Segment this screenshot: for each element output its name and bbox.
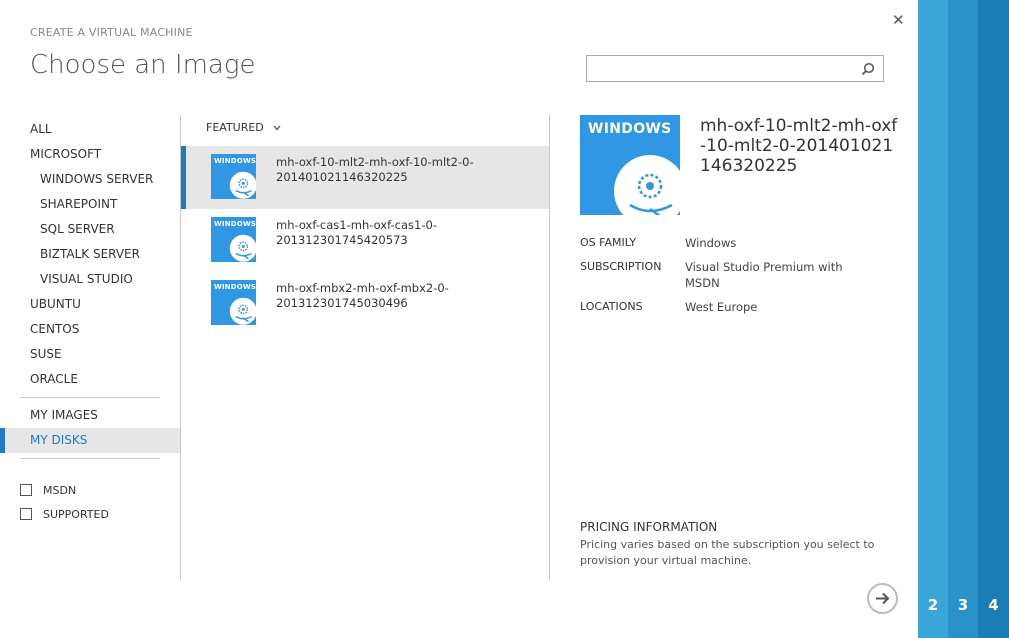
nav-item-oracle[interactable]: ORACLE — [0, 367, 180, 392]
image-name-line: 201401021146320225 — [276, 170, 408, 184]
step-2[interactable]: 2 — [918, 0, 948, 638]
wizard-subtitle: CREATE A VIRTUAL MACHINE — [30, 26, 193, 39]
nav-item-all[interactable]: ALL — [0, 117, 180, 142]
image-name: mh-oxf-mbx2-mh-oxf-mbx2-0- 20131230174503… — [276, 281, 546, 311]
filter-msdn[interactable]: MSDN — [20, 478, 109, 502]
pricing-title: PRICING INFORMATION — [580, 520, 718, 534]
disc-icon — [614, 155, 680, 215]
image-list-item[interactable]: WINDOWS mh-oxf-mbx2-mh-oxf-mbx2-0- 2013123… — [181, 272, 549, 335]
detail-image-name: mh-oxf-10-mlt2-mh-oxf-10-mlt2-0-20140102… — [700, 116, 898, 176]
subscription-value: Visual Studio Premium with MSDN — [685, 260, 843, 290]
search-input[interactable] — [587, 56, 864, 80]
subscription-label: SUBSCRIPTION — [580, 260, 662, 273]
image-name-line: mh-oxf-10-mlt2-mh-oxf-10-mlt2-0- — [276, 155, 474, 169]
nav-item-microsoft[interactable]: MICROSOFT — [0, 142, 180, 167]
step-4[interactable]: 4 — [978, 0, 1009, 638]
image-thumbnail: WINDOWS — [211, 280, 256, 325]
locations-value: West Europe — [685, 300, 758, 314]
step-3[interactable]: 3 — [948, 0, 978, 638]
filter-checkbox[interactable] — [20, 484, 32, 496]
detail-image-tile: WINDOWS — [580, 115, 680, 215]
image-list: WINDOWS mh-oxf-10-mlt2-mh-oxf-10-mlt2-0- 2… — [181, 146, 549, 335]
search-box — [586, 55, 884, 82]
step-number: 3 — [957, 596, 969, 614]
next-button[interactable] — [867, 583, 898, 614]
nav-item-my-images[interactable]: MY IMAGES — [0, 403, 180, 428]
nav-item-my-disks[interactable]: MY DISKS — [0, 428, 180, 453]
step-number: 2 — [927, 596, 939, 614]
tile-label: WINDOWS — [588, 121, 672, 137]
disc-icon — [229, 234, 256, 262]
disc-icon — [229, 297, 256, 325]
nav-item-centos[interactable]: CENTOS — [0, 317, 180, 342]
filter-checkbox[interactable] — [20, 508, 32, 520]
locations-label: LOCATIONS — [580, 300, 643, 313]
filter-supported[interactable]: SUPPORTED — [20, 502, 109, 526]
sort-label: FEATURED — [206, 121, 264, 134]
search-icon[interactable] — [861, 62, 875, 76]
nav-item-visual-studio[interactable]: VISUAL STUDIO — [0, 267, 180, 292]
thumbnail-label: WINDOWS — [214, 283, 256, 291]
image-thumbnail: WINDOWS — [211, 154, 256, 199]
featured-sort-dropdown[interactable]: FEATURED — [206, 121, 282, 134]
nav-item-sharepoint[interactable]: SHAREPOINT — [0, 192, 180, 217]
divider — [549, 115, 550, 580]
filter-label: MSDN — [43, 483, 77, 497]
disc-icon — [229, 171, 256, 199]
step-number: 4 — [988, 596, 999, 614]
filter-label: SUPPORTED — [43, 507, 109, 521]
os-family-label: OS FAMILY — [580, 236, 637, 249]
image-name-line: mh-oxf-cas1-mh-oxf-cas1-0-20131230174542… — [276, 218, 437, 247]
chevron-down-icon — [273, 125, 281, 130]
nav-item-suse[interactable]: SUSE — [0, 342, 180, 367]
nav-item-sql-server[interactable]: SQL SERVER — [0, 217, 180, 242]
close-button[interactable]: ✕ — [892, 12, 906, 28]
image-name: mh-oxf-10-mlt2-mh-oxf-10-mlt2-0- 20140102… — [276, 155, 546, 185]
image-list-item[interactable]: WINDOWS mh-oxf-cas1-mh-oxf-cas1-0-2013123… — [181, 209, 549, 272]
filter-group: MSDN SUPPORTED — [20, 478, 109, 526]
image-list-item[interactable]: WINDOWS mh-oxf-10-mlt2-mh-oxf-10-mlt2-0- 2… — [181, 146, 549, 209]
os-family-value: Windows — [685, 236, 737, 250]
close-icon: ✕ — [892, 11, 905, 29]
nav-item-biztalk-server[interactable]: BIZTALK SERVER — [0, 242, 180, 267]
image-name: mh-oxf-cas1-mh-oxf-cas1-0-20131230174542… — [276, 218, 546, 248]
page-title: Choose an Image — [30, 50, 256, 80]
nav-separator — [20, 397, 160, 398]
nav-item-windows-server[interactable]: WINDOWS SERVER — [0, 167, 180, 192]
image-thumbnail: WINDOWS — [211, 217, 256, 262]
arrow-right-icon — [876, 592, 890, 605]
thumbnail-label: WINDOWS — [214, 157, 256, 165]
category-nav: ALL MICROSOFT WINDOWS SERVER SHAREPOINT SQL … — [0, 117, 180, 464]
thumbnail-label: WINDOWS — [214, 220, 256, 228]
image-name-line: 201312301745030496 — [276, 296, 408, 310]
image-name-line: mh-oxf-mbx2-mh-oxf-mbx2-0- — [276, 281, 449, 295]
nav-item-ubuntu[interactable]: UBUNTU — [0, 292, 180, 317]
nav-separator — [20, 458, 160, 459]
pricing-text: Pricing varies based on the subscription… — [580, 538, 875, 567]
